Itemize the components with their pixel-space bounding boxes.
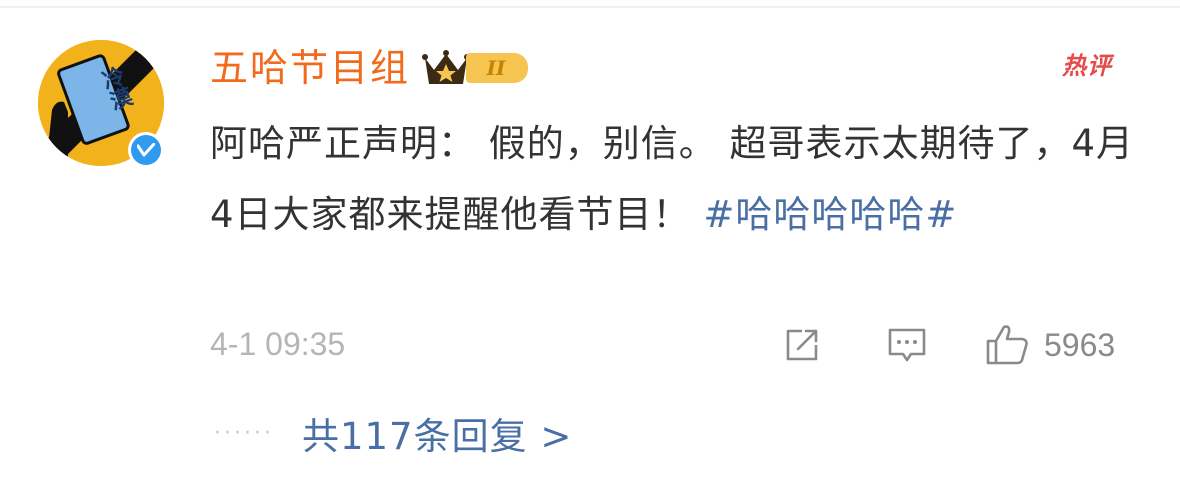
level-badge: II — [466, 53, 529, 83]
hashtag-link[interactable]: #哈哈哈哈哈# — [703, 193, 957, 236]
comment-body: 阿哈严正声明： 假的，别信。 超哥表示太期待了，4月4日大家都来提醒他看节目！ — [210, 122, 1135, 236]
username-link[interactable]: 五哈节目组 — [210, 40, 410, 96]
comment-meta: 4-1 09:35 5963 — [210, 322, 1140, 368]
share-button[interactable] — [782, 322, 822, 368]
like-button[interactable]: 5963 — [984, 322, 1115, 368]
comment-button[interactable] — [886, 322, 928, 368]
hot-comment: 冷漠 五哈节目组 II 热评 阿哈严正声明： 假的，别信。 超哥表示太期待了，4… — [0, 0, 1180, 480]
crown-icon — [422, 50, 471, 84]
comment-icon — [888, 328, 926, 362]
replies-count-text: 共117条回复 > — [301, 415, 573, 458]
replies-dots: ······ — [214, 420, 274, 446]
timestamp: 4-1 09:35 — [210, 326, 346, 362]
avatar[interactable]: 冷漠 — [38, 40, 164, 168]
like-icon — [986, 325, 1028, 365]
like-count: 5963 — [1044, 326, 1116, 363]
share-icon — [786, 329, 818, 361]
hot-comment-tag: 热评 — [1062, 52, 1112, 80]
view-replies-link[interactable]: ······ 共117条回复 > — [214, 408, 572, 458]
member-badge[interactable]: II — [422, 48, 529, 88]
verified-icon — [128, 132, 164, 168]
comment-text: 阿哈严正声明： 假的，别信。 超哥表示太期待了，4月4日大家都来提醒他看节目！ … — [210, 108, 1150, 250]
